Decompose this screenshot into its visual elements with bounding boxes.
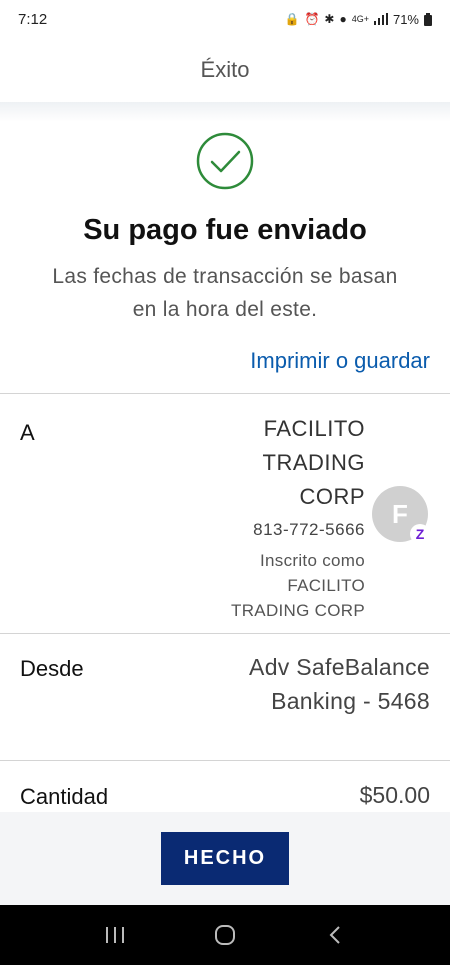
battery-icon — [424, 12, 432, 26]
page-title: Éxito — [200, 57, 250, 82]
alarm-icon: ⏰ — [304, 12, 320, 26]
battery-percent: 71% — [392, 11, 419, 27]
from-label: Desde — [20, 656, 84, 681]
check-circle-icon — [196, 132, 254, 190]
divider — [0, 633, 450, 634]
from-account-line: Adv SafeBalance — [249, 654, 430, 680]
enrolled-line: Inscrito como — [260, 551, 365, 570]
recent-apps-button[interactable] — [95, 915, 135, 955]
enrolled-as: Inscrito como FACILITO TRADING CORP — [125, 548, 365, 623]
success-subtitle: Las fechas de transacción se basan en la… — [20, 260, 430, 326]
back-button[interactable] — [315, 915, 355, 955]
subtitle-line: en la hora del este. — [132, 298, 318, 321]
enrolled-line: TRADING CORP — [231, 601, 365, 620]
signal-icon — [373, 13, 388, 25]
recipient-name-line: CORP — [299, 484, 365, 509]
page-header: Éxito — [0, 38, 450, 102]
recipient-phone: 813-772-5666 — [253, 520, 365, 539]
header-shadow — [0, 102, 450, 122]
enrolled-line: FACILITO — [287, 576, 365, 595]
location-icon: ● — [339, 12, 347, 26]
recipient-name-line: TRADING — [262, 450, 365, 475]
print-or-save-link[interactable]: Imprimir o guardar — [250, 348, 430, 374]
done-button[interactable]: HECHO — [161, 832, 289, 885]
status-bar: 7:12 🔒 ⏰ ✱ ● 4G+ 71% — [0, 0, 450, 38]
status-time: 7:12 — [18, 10, 48, 28]
confirmation-content[interactable]: Su pago fue enviado Las fechas de transa… — [0, 102, 450, 812]
recipient-name-line: FACILITO — [263, 416, 365, 441]
bluetooth-icon: ✱ — [324, 12, 335, 26]
home-icon — [215, 925, 235, 945]
bottom-action-bar: HECHO — [0, 812, 450, 905]
divider — [0, 760, 450, 761]
to-label: A — [20, 420, 35, 445]
from-account-line: Banking - 5468 — [271, 688, 430, 714]
system-nav-bar — [0, 905, 450, 965]
subtitle-line: Las fechas de transacción se basan — [52, 265, 398, 288]
home-button[interactable] — [205, 915, 245, 955]
back-icon — [329, 926, 340, 944]
status-icons: 🔒 ⏰ ✱ ● 4G+ 71% — [284, 12, 432, 27]
success-title: Su pago fue enviado — [83, 214, 367, 246]
lock-icon: 🔒 — [284, 12, 300, 26]
recent-apps-icon — [106, 927, 124, 943]
recipient-info: FACILITO TRADING CORP 813-772-5666 Inscr… — [125, 412, 365, 623]
amount-value: $50.00 — [359, 782, 430, 808]
zelle-badge-icon: Z — [410, 524, 430, 544]
from-account: Adv SafeBalance Banking - 5468 — [170, 650, 430, 718]
divider — [0, 393, 450, 394]
network-type: 4G+ — [351, 14, 369, 24]
amount-label: Cantidad — [20, 784, 109, 809]
